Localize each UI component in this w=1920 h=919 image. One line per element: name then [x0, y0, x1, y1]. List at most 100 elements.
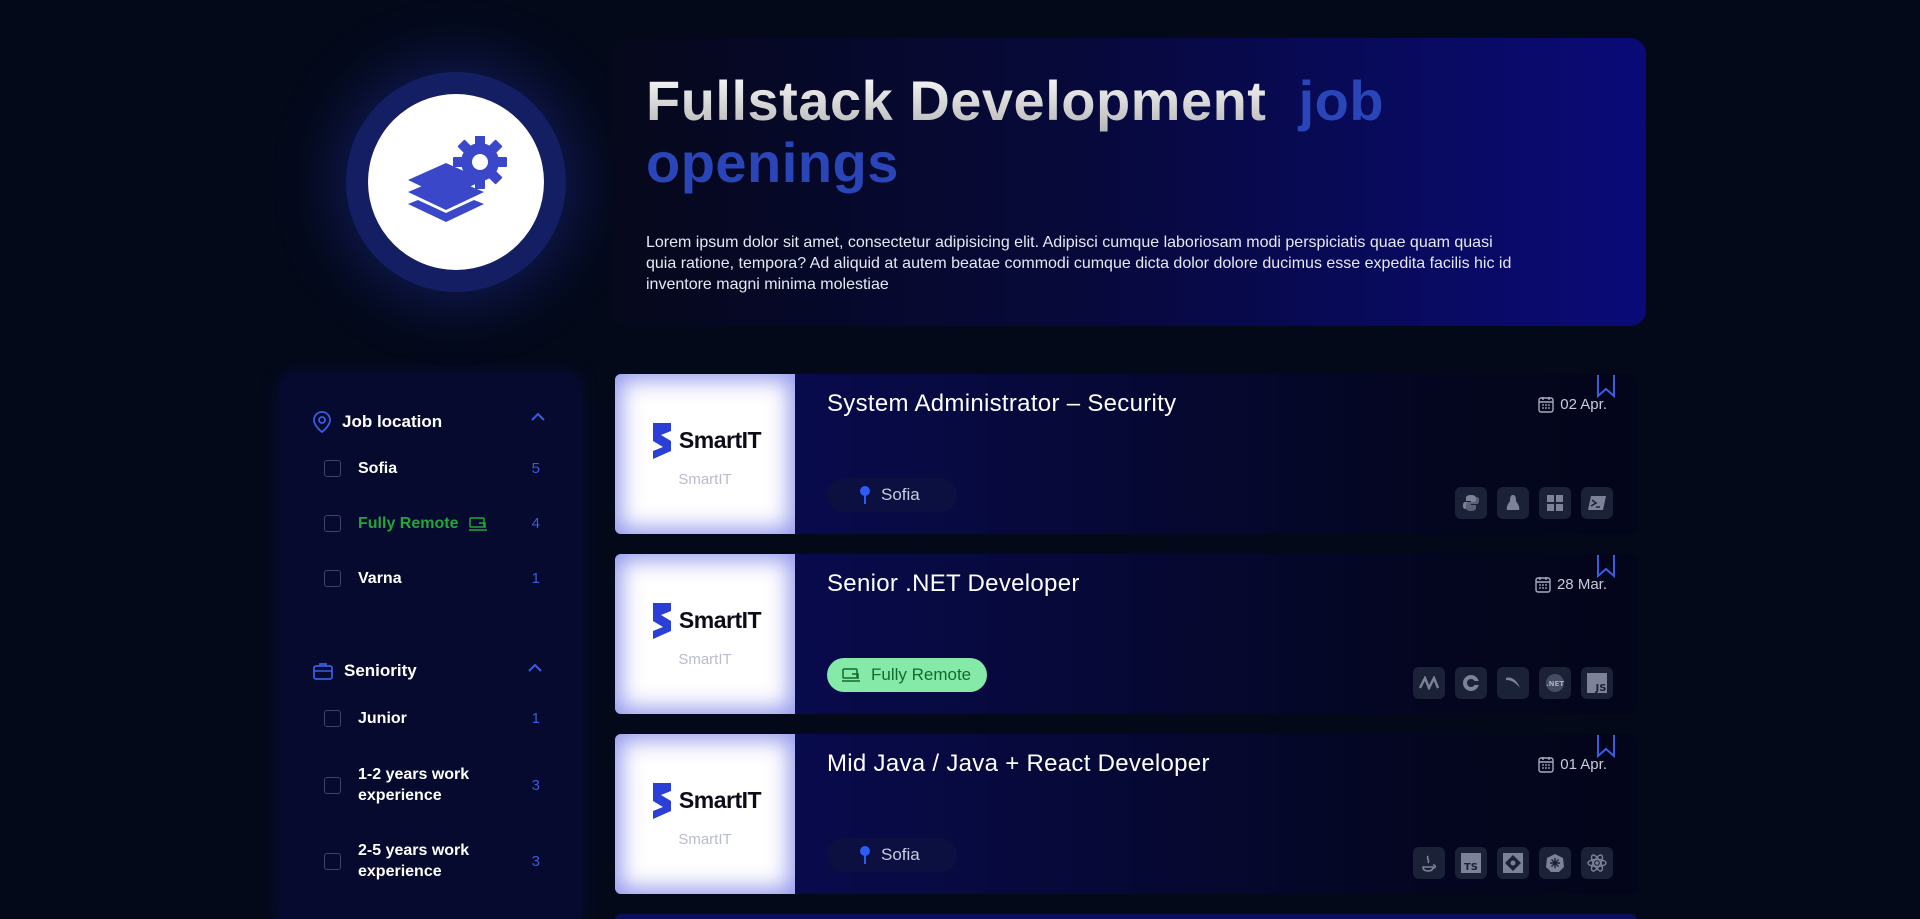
- checkbox[interactable]: [324, 570, 341, 587]
- filter-option-count: 3: [531, 852, 540, 870]
- company-subtitle: SmartIT: [678, 830, 732, 848]
- company-name: SmartIT: [678, 787, 762, 813]
- calendar-icon: [1535, 577, 1551, 593]
- filter-group-location-title: Job location: [342, 412, 443, 431]
- checkbox[interactable]: [324, 710, 341, 727]
- briefcase-icon: [313, 663, 333, 680]
- svg-text:TS: TS: [1464, 862, 1478, 873]
- page-title: Fullstack Development job openings: [646, 70, 1546, 194]
- location-text: Sofia: [881, 485, 920, 504]
- checkbox[interactable]: [324, 776, 341, 794]
- typescript-icon: TS: [1455, 847, 1487, 879]
- page: Fullstack Development job openings Lorem…: [0, 0, 1920, 919]
- remote-work-icon: [469, 516, 488, 531]
- job-date: 02 Apr.: [1538, 396, 1607, 413]
- filter-option-2-5-years[interactable]: 2-5 years work experience 3: [324, 840, 540, 882]
- company-brand: SmartIT: [649, 601, 762, 641]
- bookmark-icon[interactable]: [1595, 554, 1617, 578]
- filter-option-count: 5: [531, 460, 540, 477]
- filter-option-junior[interactable]: Junior 1: [324, 708, 540, 729]
- company-name: SmartIT: [678, 607, 762, 633]
- filter-option-text: Fully Remote: [358, 515, 459, 532]
- filter-option-varna[interactable]: Varna 1: [324, 568, 540, 589]
- filter-option-count: 4: [531, 515, 540, 532]
- tech-stack: .NET JS: [1413, 667, 1613, 699]
- bookmark-icon[interactable]: [1595, 374, 1617, 398]
- powershell-icon: [1581, 487, 1613, 519]
- company-subtitle: SmartIT: [678, 650, 732, 668]
- checkbox[interactable]: [324, 852, 341, 870]
- tech-stack: TS: [1413, 847, 1613, 879]
- job-date: 28 Mar.: [1535, 576, 1607, 593]
- calendar-icon: [1538, 757, 1554, 773]
- job-date: 01 Apr.: [1538, 756, 1607, 773]
- python-icon: [1455, 487, 1487, 519]
- filter-group-location-header[interactable]: Job location: [312, 410, 545, 434]
- react-icon: [1581, 847, 1613, 879]
- filter-group-seniority-header[interactable]: Seniority: [312, 661, 542, 681]
- filter-option-fully-remote[interactable]: Fully Remote 4: [324, 513, 540, 534]
- filter-option-label: 2-5 years work experience: [358, 842, 470, 880]
- company-logo: SmartIT SmartIT: [615, 734, 795, 894]
- checkbox[interactable]: [324, 515, 341, 532]
- job-title[interactable]: Senior .NET Developer: [827, 570, 1080, 598]
- dotnet-icon: .NET: [1539, 667, 1571, 699]
- company-brand: SmartIT: [649, 421, 762, 461]
- svg-text:.NET: .NET: [1546, 680, 1564, 688]
- git-icon: [1497, 847, 1529, 879]
- job-date-text: 28 Mar.: [1556, 576, 1607, 593]
- chevron-up-icon[interactable]: [530, 412, 546, 422]
- filter-option-label: 1-2 years work experience: [358, 766, 470, 804]
- nhibernate-icon: [1413, 667, 1445, 699]
- chevron-up-icon[interactable]: [527, 663, 543, 673]
- job-date-text: 02 Apr.: [1560, 396, 1607, 413]
- filter-option-sofia[interactable]: Sofia 5: [324, 458, 540, 479]
- map-pin-icon: [860, 846, 870, 864]
- java-icon: [1413, 847, 1445, 879]
- category-icon-badge: [346, 72, 566, 292]
- remote-badge: Fully Remote: [827, 658, 988, 692]
- location-badge: Sofia: [827, 838, 957, 872]
- remote-work-icon: [842, 668, 860, 682]
- location-text: Sofia: [881, 845, 920, 864]
- smartit-logo-icon: [652, 782, 671, 819]
- filter-group-seniority-title: Seniority: [344, 661, 417, 680]
- filter-option-count: 1: [531, 570, 540, 587]
- filter-option-label: Varna: [358, 570, 402, 587]
- map-pin-icon: [313, 411, 331, 434]
- filter-option-label: Fully Remote: [358, 513, 532, 534]
- smartit-logo-icon: [652, 602, 671, 639]
- page-title-main: Fullstack Development: [646, 69, 1267, 132]
- job-card[interactable]: SmartIT SmartIT Mid Java / Java + React …: [615, 734, 1637, 894]
- job-card[interactable]: SmartIT SmartIT System Administrator – S…: [615, 374, 1637, 534]
- javascript-icon: JS: [1581, 667, 1613, 699]
- company-logo: SmartIT SmartIT: [615, 374, 795, 534]
- page-description: Lorem ipsum dolor sit amet, consectetur …: [646, 234, 1512, 293]
- location-badge: Sofia: [827, 478, 957, 512]
- filter-option-1-2-years[interactable]: 1-2 years work experience 3: [324, 764, 540, 806]
- layers-gear-icon: [408, 136, 507, 222]
- svg-text:JS: JS: [1595, 683, 1607, 694]
- csharp-icon: [1455, 667, 1487, 699]
- filter-option-count: 3: [531, 776, 540, 794]
- map-pin-icon: [860, 486, 870, 504]
- category-icon-circle: [368, 94, 544, 270]
- company-logo: SmartIT SmartIT: [615, 554, 795, 714]
- location-text: Fully Remote: [871, 665, 972, 684]
- tech-stack: [1455, 487, 1613, 519]
- linux-icon: [1497, 487, 1529, 519]
- job-date-text: 01 Apr.: [1560, 756, 1607, 773]
- company-subtitle: SmartIT: [678, 470, 732, 488]
- kubernetes-icon: [1539, 847, 1571, 879]
- filter-option-count: 1: [531, 710, 540, 727]
- job-card[interactable]: SmartIT SmartIT Senior .NET Developer 28…: [615, 554, 1637, 714]
- job-card-partial: [615, 914, 1637, 919]
- bookmark-icon[interactable]: [1595, 734, 1617, 758]
- calendar-icon: [1538, 397, 1554, 413]
- checkbox[interactable]: [324, 460, 341, 477]
- job-title[interactable]: System Administrator – Security: [827, 390, 1176, 418]
- filter-option-label: Junior: [358, 710, 407, 727]
- windows-icon: [1539, 487, 1571, 519]
- job-title[interactable]: Mid Java / Java + React Developer: [827, 750, 1210, 778]
- company-name: SmartIT: [678, 427, 762, 453]
